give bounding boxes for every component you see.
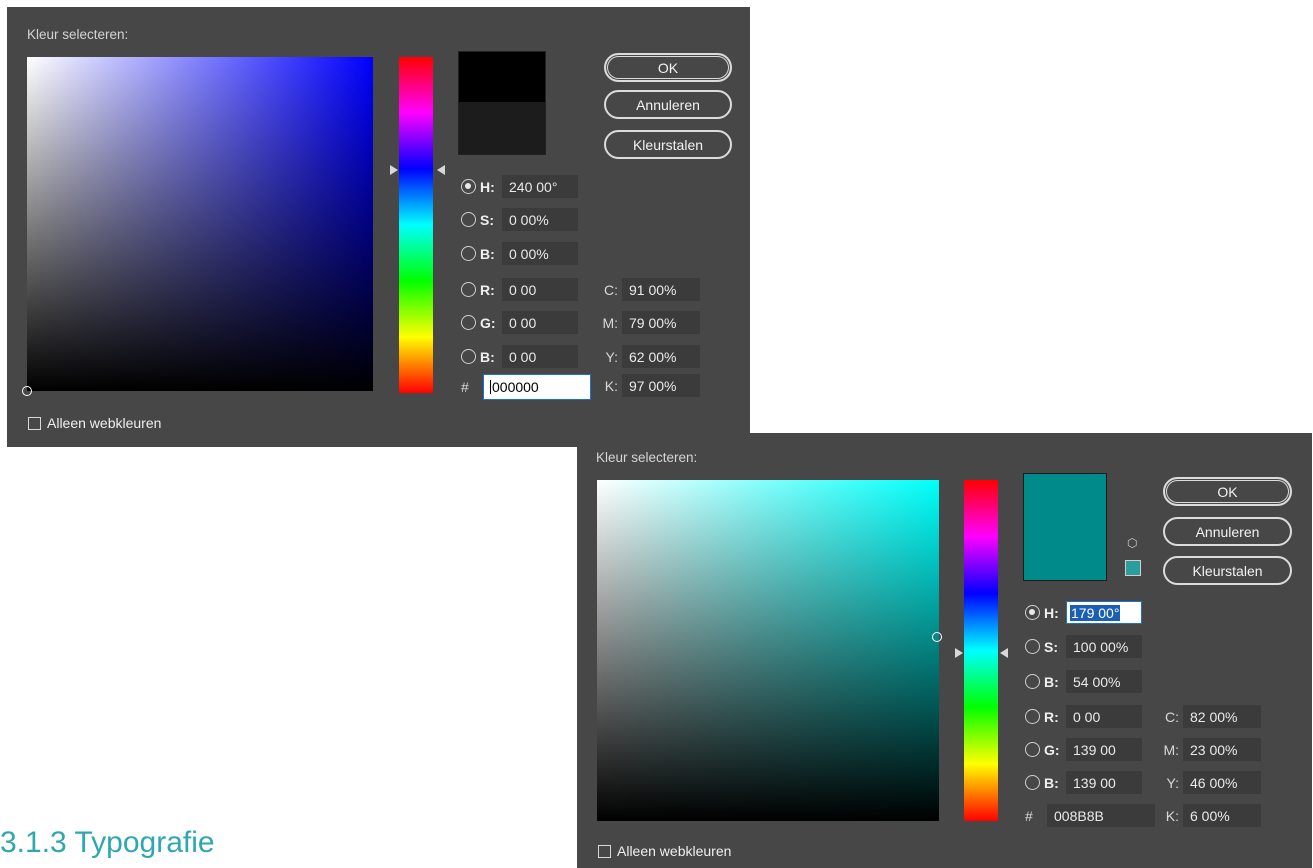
red-label: R: [480,281,495,298]
hue-slider-right-handle[interactable] [437,165,445,175]
hex-label: # [461,379,469,395]
saturation-field[interactable]: 100 00% [1066,635,1142,658]
hue-slider-left-handle[interactable] [390,165,398,175]
red-label: R: [1044,708,1059,725]
ok-button[interactable]: OK [604,53,732,82]
yellow-field[interactable]: 46 00% [1183,771,1261,794]
cancel-button[interactable]: Annuleren [604,90,732,119]
swatches-button[interactable]: Kleurstalen [604,130,732,159]
yellow-label: Y: [605,348,618,365]
cyan-field[interactable]: 91 00% [622,278,700,301]
magenta-field[interactable]: 79 00% [622,311,700,334]
web-colors-only-checkbox[interactable]: Alleen webkleuren [598,843,731,859]
cyan-label: C: [604,281,618,298]
section-heading: 3.1.3 Typografie [0,826,215,859]
brightness-field[interactable]: 0 00% [502,242,578,265]
field-marker[interactable] [22,386,32,396]
blue-radio[interactable] [1025,775,1040,790]
web-colors-only-checkbox[interactable]: Alleen webkleuren [28,415,161,431]
green-label: G: [480,314,496,331]
hex-field[interactable]: 000000 [483,374,591,400]
green-radio[interactable] [1025,742,1040,757]
saturation-field[interactable]: 0 00% [502,208,578,231]
brightness-label: B: [1044,673,1059,690]
yellow-label: Y: [1166,774,1179,791]
blue-field[interactable]: 0 00 [502,345,578,368]
blue-radio[interactable] [461,349,476,364]
green-field[interactable]: 0 00 [502,311,578,334]
yellow-field[interactable]: 62 00% [622,345,700,368]
hue-label: H: [480,178,495,195]
brightness-radio[interactable] [461,246,476,261]
dialog-title: Kleur selecteren: [596,450,698,465]
web-colors-only-label: Alleen webkleuren [617,843,732,859]
cyan-field[interactable]: 82 00% [1183,705,1261,728]
green-field[interactable]: 139 00 [1066,738,1142,761]
dialog-title: Kleur selecteren: [27,27,129,42]
saturation-label: S: [480,211,494,228]
hex-label: # [1025,807,1033,824]
cancel-button[interactable]: Annuleren [1163,517,1292,546]
hue-slider-left-handle[interactable] [955,648,963,658]
hex-field[interactable]: 008B8B [1047,804,1155,827]
magenta-field[interactable]: 23 00% [1183,738,1261,761]
red-radio[interactable] [461,282,476,297]
red-field[interactable]: 0 00 [1066,705,1142,728]
field-marker[interactable] [932,632,942,642]
black-label: K: [604,377,618,394]
color-picker-dialog: Kleur selecteren: OK Annuleren Kleurstal… [7,7,750,447]
web-safe-color-swatch[interactable] [1125,560,1141,576]
new-color-swatch [1023,473,1107,581]
checkbox-box[interactable] [598,844,611,858]
web-colors-only-label: Alleen webkleuren [47,415,162,431]
hue-slider[interactable] [399,57,433,393]
hue-slider[interactable] [964,480,998,821]
current-color-swatch [458,102,546,155]
black-field[interactable]: 97 00% [622,374,700,397]
new-color-swatch [458,51,546,103]
blue-label: B: [1044,774,1059,791]
hue-field[interactable]: 179 00° [1066,601,1142,624]
black-label: K: [1165,807,1179,824]
red-radio[interactable] [1025,709,1040,724]
green-label: G: [1044,741,1060,758]
blue-field[interactable]: 139 00 [1066,771,1142,794]
saturation-radio[interactable] [461,212,476,227]
brightness-radio[interactable] [1025,674,1040,689]
blue-label: B: [480,348,495,365]
cube-icon: ⬡ [1127,536,1138,550]
brightness-label: B: [480,245,495,262]
ok-button[interactable]: OK [1163,477,1292,506]
hue-label: H: [1044,604,1059,621]
hue-radio[interactable] [1025,605,1040,620]
red-field[interactable]: 0 00 [502,278,578,301]
cyan-label: C: [1165,708,1179,725]
hue-field[interactable]: 240 00° [502,175,578,198]
magenta-label: M: [1163,741,1179,758]
black-field[interactable]: 6 00% [1183,804,1261,827]
saturation-radio[interactable] [1025,639,1040,654]
color-picker-dialog: Kleur selecteren: ⬡ OK Annuleren Kleurst… [577,433,1312,868]
text-caret [490,380,491,394]
hue-slider-right-handle[interactable] [1000,648,1008,658]
magenta-label: M: [602,314,618,331]
hue-radio[interactable] [461,179,476,194]
saturation-brightness-field[interactable] [597,480,942,821]
green-radio[interactable] [461,315,476,330]
saturation-label: S: [1044,638,1058,655]
checkbox-box[interactable] [28,416,41,430]
saturation-brightness-field[interactable] [22,57,373,396]
brightness-field[interactable]: 54 00% [1066,670,1142,693]
swatches-button[interactable]: Kleurstalen [1163,556,1292,585]
